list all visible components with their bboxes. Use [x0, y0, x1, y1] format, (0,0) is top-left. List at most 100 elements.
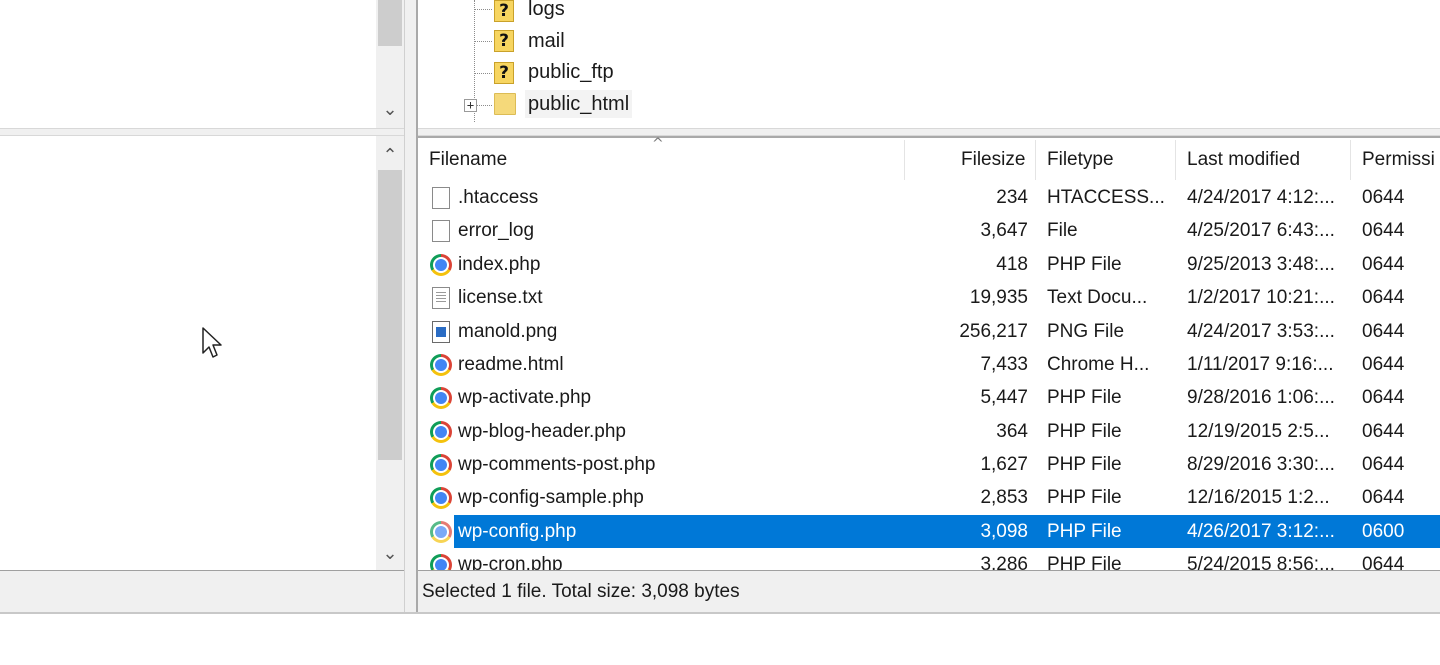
local-list-scroll-thumb[interactable] [378, 170, 402, 460]
file-permissions: 0644 [1362, 187, 1405, 208]
file-type: Chrome H... [1047, 354, 1150, 375]
file-permissions: 0644 [1362, 354, 1405, 375]
file-permissions: 0644 [1362, 321, 1405, 342]
file-modified: 9/25/2013 3:48:... [1187, 254, 1335, 275]
folder-icon [494, 93, 516, 115]
file-row[interactable]: index.php 418 PHP File 9/25/2013 3:48:..… [420, 248, 1440, 281]
column-header-filesize[interactable]: Filesize [961, 148, 1025, 172]
local-tree-scroll-thumb[interactable] [378, 0, 402, 46]
chrome-icon [430, 487, 452, 509]
file-permissions: 0644 [1362, 554, 1405, 570]
file-row[interactable]: wp-cron.php 3,286 PHP File 5/24/2015 8:5… [420, 548, 1440, 570]
chrome-icon [430, 421, 452, 443]
sort-ascending-icon: ^ [652, 136, 664, 152]
file-type: PHP File [1047, 487, 1122, 508]
column-header-last-modified[interactable]: Last modified [1187, 148, 1300, 172]
unknown-folder-icon: ? [494, 62, 514, 84]
chrome-icon [430, 554, 452, 570]
chrome-icon [430, 387, 452, 409]
file-modified: 8/29/2016 3:30:... [1187, 454, 1335, 475]
text-file-icon [432, 287, 450, 309]
file-row[interactable]: wp-blog-header.php 364 PHP File 12/19/20… [420, 415, 1440, 448]
file-size: 7,433 [980, 354, 1028, 375]
file-row[interactable]: wp-comments-post.php 1,627 PHP File 8/29… [420, 448, 1440, 481]
file-type: PHP File [1047, 421, 1122, 442]
file-type: PNG File [1047, 321, 1125, 342]
file-name: readme.html [458, 354, 564, 375]
vertical-splitter[interactable] [404, 0, 418, 612]
file-size: 418 [996, 254, 1028, 275]
column-divider[interactable] [1350, 140, 1351, 180]
column-header-filename[interactable]: Filename [429, 148, 507, 172]
file-size: 3,098 [980, 521, 1028, 542]
file-row[interactable]: wp-activate.php 5,447 PHP File 9/28/2016… [420, 381, 1440, 414]
file-modified: 12/16/2015 1:2... [1187, 487, 1330, 508]
local-list-scroll-down-button[interactable]: ⌄ [376, 542, 404, 564]
column-divider[interactable] [904, 140, 905, 180]
file-modified: 4/24/2017 4:12:... [1187, 187, 1335, 208]
tree-item-mail[interactable]: mail [528, 27, 565, 55]
local-list-scroll-up-button[interactable]: ⌃ [376, 144, 404, 166]
column-divider[interactable] [1175, 140, 1176, 180]
mouse-cursor-icon [202, 327, 222, 358]
column-header-permissions[interactable]: Permissi [1362, 148, 1435, 172]
file-permissions: 0644 [1362, 287, 1405, 308]
file-name: license.txt [458, 287, 543, 308]
file-permissions: 0644 [1362, 220, 1405, 241]
tree-item-public-ftp[interactable]: public_ftp [528, 58, 614, 86]
chevron-down-icon: ⌄ [382, 542, 398, 564]
file-modified: 4/24/2017 3:53:... [1187, 321, 1335, 342]
file-permissions: 0644 [1362, 421, 1405, 442]
chrome-icon [430, 254, 452, 276]
chrome-icon [430, 354, 452, 376]
file-modified: 4/26/2017 3:12:... [1187, 521, 1335, 542]
file-row[interactable]: .htaccess 234 HTACCESS... 4/24/2017 4:12… [420, 181, 1440, 214]
blank-file-icon [432, 220, 450, 242]
file-type: PHP File [1047, 254, 1122, 275]
image-file-icon [432, 321, 450, 343]
horizontal-splitter[interactable] [0, 128, 1440, 136]
file-row-selected[interactable]: wp-config.php 3,098 PHP File 4/26/2017 3… [420, 515, 1440, 548]
file-size: 2,853 [980, 487, 1028, 508]
file-type: File [1047, 220, 1078, 241]
file-size: 256,217 [959, 321, 1028, 342]
unknown-folder-icon: ? [494, 30, 514, 52]
file-name: .htaccess [458, 187, 539, 208]
file-row[interactable]: license.txt 19,935 Text Docu... 1/2/2017… [420, 281, 1440, 314]
file-modified: 4/25/2017 6:43:... [1187, 220, 1335, 241]
file-name: wp-blog-header.php [458, 421, 626, 442]
tree-item-public-html[interactable]: public_html [525, 90, 633, 118]
file-modified: 5/24/2015 8:56:... [1187, 554, 1335, 570]
file-row[interactable]: error_log 3,647 File 4/25/2017 6:43:... … [420, 214, 1440, 247]
message-log-area[interactable] [0, 612, 1440, 665]
file-name: wp-cron.php [458, 554, 563, 570]
column-divider[interactable] [1035, 140, 1036, 180]
status-text: Selected 1 file. Total size: 3,098 bytes [422, 581, 740, 602]
file-modified: 12/19/2015 2:5... [1187, 421, 1330, 442]
expand-icon[interactable]: + [464, 99, 477, 112]
file-permissions: 0644 [1362, 254, 1405, 275]
file-name: wp-comments-post.php [458, 454, 656, 475]
file-permissions: 0644 [1362, 487, 1405, 508]
column-header-filetype[interactable]: Filetype [1047, 148, 1114, 172]
file-size: 3,647 [980, 220, 1028, 241]
chrome-icon [430, 454, 452, 476]
file-name: error_log [458, 220, 535, 241]
file-type: PHP File [1047, 554, 1122, 570]
file-size: 234 [996, 187, 1028, 208]
local-tree-pane[interactable] [0, 0, 404, 128]
file-size: 364 [996, 421, 1028, 442]
file-row[interactable]: readme.html 7,433 Chrome H... 1/11/2017 … [420, 348, 1440, 381]
file-type: PHP File [1047, 454, 1122, 475]
remote-status-bar: Selected 1 file. Total size: 3,098 bytes [418, 570, 1440, 612]
file-row[interactable]: wp-config-sample.php 2,853 PHP File 12/1… [420, 481, 1440, 514]
tree-item-logs[interactable]: logs [528, 0, 565, 23]
file-size: 19,935 [969, 287, 1028, 308]
local-tree-scroll-down-button[interactable]: ⌄ [376, 98, 404, 120]
file-permissions: 0644 [1362, 387, 1405, 408]
file-modified: 1/11/2017 9:16:... [1187, 354, 1334, 375]
file-row[interactable]: manold.png 256,217 PNG File 4/24/2017 3:… [420, 315, 1440, 348]
unknown-folder-icon: ? [494, 0, 514, 22]
file-name: wp-config.php [458, 521, 577, 542]
file-name: manold.png [458, 321, 558, 342]
